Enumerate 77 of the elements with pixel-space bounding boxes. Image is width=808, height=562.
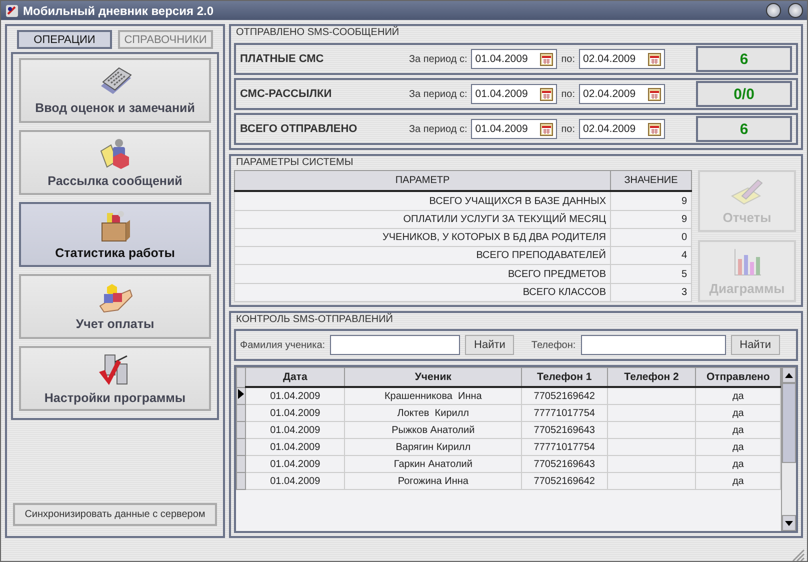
table-cell: 9 bbox=[610, 191, 692, 210]
column-header: Телефон 2 bbox=[607, 368, 696, 387]
date-field[interactable]: 01.04.2009 bbox=[471, 119, 558, 139]
sync-button[interactable]: Синхронизировать данные с сервером bbox=[13, 503, 217, 526]
column-header: ЗНАЧЕНИЕ bbox=[610, 170, 692, 192]
date-field[interactable]: 02.04.2009 bbox=[579, 49, 666, 69]
date-field[interactable]: 02.04.2009 bbox=[579, 119, 666, 139]
table-cell: ВСЕГО ПРЕПОДАВАТЕЛЕЙ bbox=[234, 246, 610, 265]
table-cell: Рыжков Анатолий bbox=[344, 422, 522, 438]
row-label: ПЛАТНЫЕ СМС bbox=[240, 53, 325, 65]
column-header: Ученик bbox=[344, 368, 522, 387]
table-cell: да bbox=[696, 387, 781, 404]
table-cell: УЧЕНИКОВ, У КОТОРЫХ В БД ДВА РОДИТЕЛЯ bbox=[234, 228, 610, 247]
tab[interactable]: СПРАВОЧНИКИ bbox=[118, 30, 213, 49]
count-display: 6 bbox=[696, 46, 792, 72]
table-cell: 01.04.2009 bbox=[246, 456, 345, 472]
table-cell: 77052169643 bbox=[522, 456, 608, 472]
field-label: Фамилия ученика: bbox=[240, 340, 326, 350]
row-label: СМС-РАССЫЛКИ bbox=[240, 88, 333, 100]
date-field[interactable]: 02.04.2009 bbox=[579, 84, 666, 104]
table-cell: ОПЛАТИЛИ УСЛУГИ ЗА ТЕКУЩИЙ МЕСЯЦ bbox=[234, 210, 610, 228]
period-label: За период с: bbox=[409, 54, 468, 64]
table-cell: 4 bbox=[610, 246, 692, 265]
date-field[interactable]: 01.04.2009 bbox=[471, 49, 558, 69]
table-cell: 3 bbox=[610, 283, 692, 302]
table-cell: Рогожина Инна bbox=[344, 472, 522, 490]
count-display: 6 bbox=[696, 116, 792, 142]
table-cell: ВСЕГО УЧАЩИХСЯ В БАЗЕ ДАННЫХ bbox=[234, 191, 610, 210]
column-header: ПАРАМЕТР bbox=[234, 170, 610, 192]
table-cell: 77771017754 bbox=[522, 404, 608, 422]
table-cell: Гаркин Анатолий bbox=[344, 456, 522, 472]
count-display: 0/0 bbox=[696, 81, 792, 107]
find-button[interactable]: Найти bbox=[465, 335, 514, 355]
table-cell: 01.04.2009 bbox=[246, 404, 345, 422]
period-label: по: bbox=[561, 124, 576, 134]
menu-item[interactable]: Статистика работы bbox=[19, 202, 211, 267]
table-cell: 01.04.2009 bbox=[246, 422, 345, 438]
table-cell: Варягин Кирилл bbox=[344, 438, 522, 456]
column-header: Дата bbox=[246, 368, 345, 387]
table-cell: да bbox=[696, 404, 781, 422]
section-title: КОНТРОЛЬ SMS-ОТПРАВЛЕНИЙ bbox=[235, 313, 394, 327]
menu-item[interactable]: Рассылка сообщений bbox=[19, 130, 211, 195]
table-cell: 9 bbox=[610, 210, 692, 228]
section-title: ПАРАМЕТРЫ СИСТЕМЫ bbox=[235, 156, 354, 170]
table-cell: 77052169643 bbox=[522, 422, 608, 438]
period-label: За период с: bbox=[409, 124, 468, 134]
period-label: За период с: bbox=[409, 88, 468, 100]
table-cell: 01.04.2009 bbox=[246, 472, 345, 490]
menu-item[interactable]: Настройки программы bbox=[19, 346, 211, 411]
table-cell: ВСЕГО ПРЕДМЕТОВ bbox=[234, 264, 610, 284]
row-label: ВСЕГО ОТПРАВЛЕНО bbox=[240, 123, 358, 135]
table-cell: да bbox=[696, 422, 781, 438]
period-label: по: bbox=[561, 88, 576, 100]
section-title: ОТПРАВЛЕНО SMS-СООБЩЕНИЙ bbox=[235, 26, 400, 40]
table-cell: 77771017754 bbox=[522, 438, 608, 456]
table-cell: 77052169642 bbox=[522, 387, 608, 404]
table-cell: 01.04.2009 bbox=[246, 438, 345, 456]
table-cell: Локтев Кирилл bbox=[344, 404, 522, 422]
menu-item[interactable]: Учет оплаты bbox=[19, 274, 211, 339]
table-cell: 5 bbox=[610, 264, 692, 284]
tab[interactable]: ОПЕРАЦИИ bbox=[17, 30, 112, 49]
table-cell: Крашенникова Инна bbox=[344, 387, 522, 404]
table-cell: ВСЕГО КЛАССОВ bbox=[234, 283, 610, 302]
menu-item[interactable]: Ввод оценок и замечаний bbox=[19, 58, 211, 123]
table-cell: 77052169642 bbox=[522, 472, 608, 490]
date-field[interactable]: 01.04.2009 bbox=[471, 84, 558, 104]
field-label: Телефон: bbox=[531, 340, 576, 350]
table-cell: да bbox=[696, 456, 781, 472]
window-title: Мобильный дневник версия 2.0 bbox=[23, 4, 214, 18]
column-header: Телефон 1 bbox=[522, 368, 608, 387]
table-cell: да bbox=[696, 472, 781, 490]
period-label: по: bbox=[561, 54, 576, 64]
table-cell: 01.04.2009 bbox=[246, 387, 345, 404]
table-cell: 0 bbox=[610, 228, 692, 247]
table-cell: да bbox=[696, 438, 781, 456]
find-button[interactable]: Найти bbox=[730, 335, 780, 355]
column-header: Отправлено bbox=[696, 368, 781, 387]
